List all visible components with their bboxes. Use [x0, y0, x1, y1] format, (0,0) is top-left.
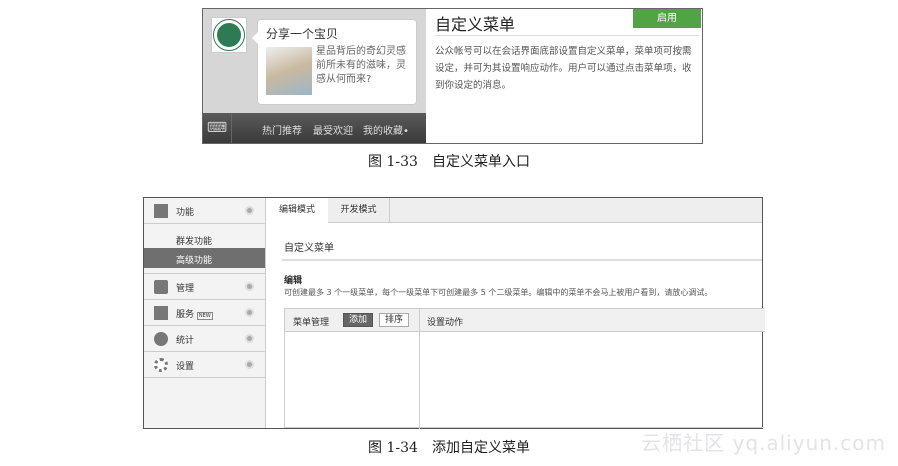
edit-heading: 编辑 [284, 276, 303, 286]
message-bubble[interactable]: 分享一个宝贝 星品背后的奇幻灵感前所未有的滋味，灵感从何而来? [252, 19, 417, 105]
menu-item-hot[interactable]: 热门推荐 [262, 122, 302, 137]
menu-editor-table: 菜单管理 添加 排序 设置动作 [284, 308, 765, 429]
expand-icon[interactable] [245, 282, 254, 291]
mode-tabs: 编辑模式 开发模式 [266, 198, 762, 224]
divider [435, 35, 699, 36]
menu-mgmt-label: 菜单管理 [293, 318, 330, 328]
printer-icon [154, 306, 168, 320]
chat-preview: 分享一个宝贝 星品背后的奇幻灵感前所未有的滋味，灵感从何而来? ⌨ 热门推荐 最… [203, 9, 426, 143]
inbox-icon [154, 280, 168, 294]
panel-title: 自定义菜单 [435, 15, 516, 34]
sidebar-item-stats[interactable]: 统计 [144, 326, 265, 352]
sidebar-item-features[interactable]: 功能 [144, 198, 265, 224]
page-title: 自定义菜单 [284, 243, 334, 254]
watermark: 云栖社区 yq.aliyun.com [641, 431, 886, 455]
expand-icon[interactable] [245, 206, 254, 215]
expand-icon[interactable] [245, 360, 254, 369]
sidebar-subitem-advanced[interactable]: 高级功能 [176, 253, 212, 266]
keyboard-icon[interactable]: ⌨ [203, 113, 232, 143]
enable-button[interactable]: 启用 [633, 9, 701, 28]
sidebar-item-settings[interactable]: 设置 [144, 352, 265, 378]
tab-dev-mode[interactable]: 开发模式 [328, 198, 390, 223]
custom-menu-panel: 自定义菜单 启用 公众帐号可以在会话界面底部设置自定义菜单，菜单项可按需设定，并… [426, 9, 702, 143]
figure-2-screenshot: 功能 群发功能 高级功能 管理 服务 NEW 统计 设置 编辑模式 开发模式 自… [143, 197, 765, 429]
sidebar-item-manage[interactable]: 管理 [144, 274, 265, 300]
action-label: 设置动作 [427, 318, 464, 328]
table-header: 菜单管理 添加 排序 设置动作 [285, 309, 765, 332]
panel-description: 公众帐号可以在会话界面底部设置自定义菜单，菜单项可按需设定，并可为其设置响应动作… [435, 46, 692, 91]
column-divider [419, 309, 420, 429]
edit-description: 可创建最多 3 个一级菜单，每个一级菜单下可创建最多 5 个二级菜单。编辑中的菜… [284, 288, 713, 297]
menu-item-popular[interactable]: 最受欢迎 [313, 122, 353, 137]
expand-icon[interactable] [245, 308, 254, 317]
expand-icon[interactable] [245, 334, 254, 343]
bubble-text: 星品背后的奇幻灵感前所未有的滋味，灵感从何而来? [316, 46, 406, 85]
caption-1-33: 图 1-33 自定义菜单入口 [368, 154, 530, 170]
custom-menu-bar: ⌨ 热门推荐 最受欢迎 我的收藏• [203, 113, 426, 143]
sidebar: 功能 群发功能 高级功能 管理 服务 NEW 统计 设置 [144, 198, 266, 428]
sidebar-subitem-broadcast[interactable]: 群发功能 [176, 234, 212, 247]
coffee-image [266, 47, 312, 95]
figure-1-screenshot: 分享一个宝贝 星品背后的奇幻灵感前所未有的滋味，灵感从何而来? ⌨ 热门推荐 最… [202, 8, 703, 144]
bubble-title: 分享一个宝贝 [266, 27, 339, 41]
sidebar-item-service[interactable]: 服务 NEW [144, 300, 265, 326]
new-badge: NEW [196, 312, 213, 320]
divider [282, 259, 762, 261]
gear-icon [154, 358, 168, 372]
sort-button[interactable]: 排序 [379, 313, 410, 327]
add-button[interactable]: 添加 [343, 313, 374, 327]
grid-icon [154, 204, 168, 218]
pie-chart-icon [154, 332, 168, 346]
menu-item-favorites[interactable]: 我的收藏• [363, 122, 409, 137]
starbucks-logo [211, 17, 247, 53]
tab-edit-mode[interactable]: 编辑模式 [266, 198, 328, 224]
